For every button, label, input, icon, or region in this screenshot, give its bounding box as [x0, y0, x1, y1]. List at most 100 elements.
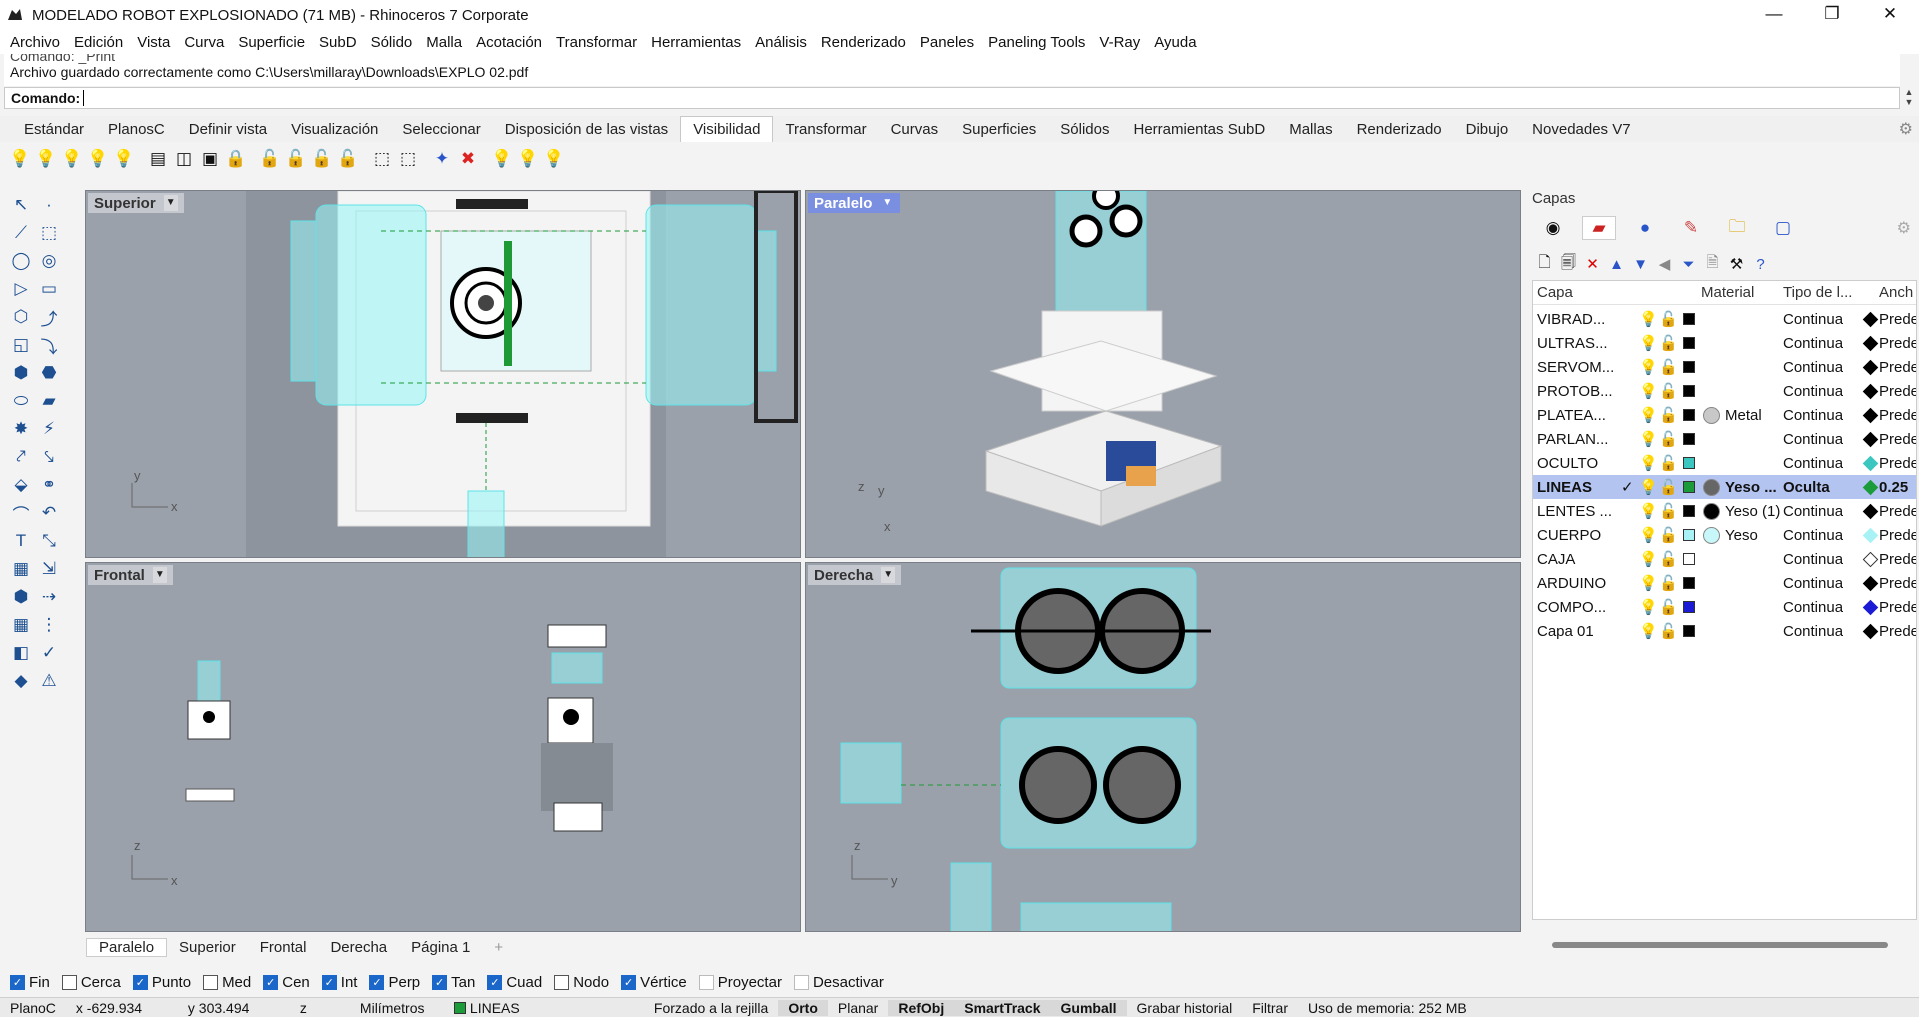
- new-sublayer-icon[interactable]: 🗐: [1558, 252, 1579, 277]
- scale-icon[interactable]: ⇲: [36, 556, 62, 582]
- layer-print-width[interactable]: Prede: [1879, 455, 1916, 472]
- tab-visibilidad[interactable]: Visibilidad: [680, 116, 774, 142]
- status-smarttrack[interactable]: SmartTrack: [954, 999, 1051, 1016]
- checkbox[interactable]: ✓: [369, 974, 385, 990]
- column-header[interactable]: Material: [1701, 284, 1754, 301]
- tab-definir-vista[interactable]: Definir vista: [177, 117, 279, 142]
- undo-icon[interactable]: ↶: [36, 500, 62, 526]
- menu-archivo[interactable]: Archivo: [4, 34, 68, 51]
- select-arrow-icon[interactable]: ↖: [8, 192, 34, 218]
- chevron-down-icon[interactable]: ▼: [881, 567, 896, 583]
- bulb-icon[interactable]: 💡: [1639, 550, 1658, 568]
- layer-row[interactable]: LENTES ... 💡 🔓 Yeso (1) Continua Prede: [1533, 499, 1916, 523]
- select-icon[interactable]: ✖: [456, 146, 480, 172]
- viewport-label-frontal[interactable]: Frontal ▼: [88, 565, 173, 585]
- checkbox[interactable]: [698, 974, 714, 990]
- osnap-med[interactable]: Med: [203, 974, 251, 991]
- menu-paneles[interactable]: Paneles: [914, 34, 982, 51]
- horizontal-scrollbar[interactable]: [1552, 942, 1888, 948]
- vptab-frontal[interactable]: Frontal: [248, 939, 319, 956]
- osnap-cerca[interactable]: Cerca: [61, 974, 121, 991]
- add-tab-button[interactable]: +: [482, 939, 515, 956]
- fillet-icon[interactable]: ⌒: [8, 500, 34, 526]
- osnap-nodo[interactable]: Nodo: [554, 974, 609, 991]
- lock-icon[interactable]: 🔓: [1659, 406, 1678, 424]
- menu-analisis[interactable]: Análisis: [749, 34, 815, 51]
- lock-icon[interactable]: 🔓: [1659, 310, 1678, 328]
- command-scrollbar[interactable]: ▲ ▼: [1901, 87, 1917, 109]
- viewport-label-paralelo[interactable]: Paralelo ▼: [808, 193, 901, 213]
- checkbox[interactable]: ✓: [621, 974, 637, 990]
- tab-estandar[interactable]: Estándar: [12, 117, 96, 142]
- layer-linetype[interactable]: Continua: [1783, 359, 1843, 376]
- bulb-icon[interactable]: 💡: [8, 146, 32, 172]
- lock-icon[interactable]: 🔓: [1659, 334, 1678, 352]
- tab-disposicion[interactable]: Disposición de las vistas: [493, 117, 680, 142]
- isolate-icon[interactable]: ⬚: [370, 146, 394, 172]
- split-icon[interactable]: ◧: [8, 640, 34, 666]
- lock-icon[interactable]: 🔓: [1659, 550, 1678, 568]
- gear-icon[interactable]: ⚙: [1899, 119, 1913, 139]
- chevron-down-icon[interactable]: ▼: [152, 567, 167, 583]
- vptab-superior[interactable]: Superior: [167, 939, 248, 956]
- grid-icon[interactable]: ▦: [8, 612, 34, 638]
- layer-name[interactable]: Capa 01: [1537, 623, 1617, 640]
- layer-name[interactable]: PLATEA...: [1537, 407, 1617, 424]
- layer-row[interactable]: SERVOM... 💡 🔓 Continua Prede: [1533, 355, 1916, 379]
- print-color-icon[interactable]: [1862, 527, 1879, 543]
- sphere-icon[interactable]: ⬣: [36, 360, 62, 386]
- osnap-perp[interactable]: ✓ Perp: [369, 974, 420, 991]
- layer-row[interactable]: CUERPO 💡 🔓 Yeso Continua Prede: [1533, 523, 1916, 547]
- select-icon[interactable]: ✦: [430, 146, 454, 172]
- layer-linetype[interactable]: Continua: [1783, 431, 1843, 448]
- extend-icon[interactable]: ⇢: [36, 584, 62, 610]
- rotate-icon[interactable]: ⤥: [36, 444, 62, 470]
- column-header[interactable]: Capa: [1537, 284, 1573, 301]
- tab-visualizacion[interactable]: Visualización: [279, 117, 390, 142]
- viewport-superior[interactable]: Superior ▼ y x: [85, 190, 801, 558]
- tab-superficies[interactable]: Superficies: [950, 117, 1048, 142]
- checkbox[interactable]: ✓: [10, 974, 25, 990]
- layer-icon[interactable]: ▤: [146, 146, 170, 172]
- close-button[interactable]: ✕: [1861, 0, 1919, 30]
- checkbox[interactable]: [554, 974, 570, 990]
- osnap-vértice[interactable]: ✓ Vértice: [621, 974, 687, 991]
- bulb-icon[interactable]: 💡: [516, 146, 540, 172]
- bulb-icon[interactable]: 💡: [1639, 502, 1658, 520]
- layer-row[interactable]: Capa 01 💡 🔓 Continua Prede: [1533, 619, 1916, 643]
- status-gumball[interactable]: Gumball: [1050, 999, 1127, 1016]
- checkbox[interactable]: [793, 974, 809, 990]
- move-up-icon[interactable]: ▲: [1606, 256, 1627, 273]
- folder-icon[interactable]: 🗀: [1720, 216, 1754, 240]
- layer-print-width[interactable]: Prede: [1879, 623, 1916, 640]
- tab-seleccionar[interactable]: Seleccionar: [390, 117, 492, 142]
- menu-vista[interactable]: Vista: [131, 34, 178, 51]
- menu-curva[interactable]: Curva: [178, 34, 232, 51]
- layer-row[interactable]: LINEAS ✓ 💡 🔓 Yeso ... Oculta 0.25: [1533, 475, 1916, 499]
- bulb-icon[interactable]: 💡: [542, 146, 566, 172]
- bulb-icon[interactable]: 💡: [1639, 310, 1658, 328]
- layer-linetype[interactable]: Oculta: [1783, 479, 1830, 496]
- print-color-icon[interactable]: [1862, 551, 1879, 567]
- vptab-paralelo[interactable]: Paralelo: [86, 937, 168, 957]
- layer-linetype[interactable]: Continua: [1783, 455, 1843, 472]
- menu-renderizado[interactable]: Renderizado: [815, 34, 914, 51]
- print-color-icon[interactable]: [1862, 431, 1879, 447]
- point-icon[interactable]: ·: [36, 192, 62, 218]
- warning-icon[interactable]: ⚠: [36, 668, 62, 694]
- layer-color-swatch[interactable]: [1683, 457, 1695, 469]
- menu-superficie[interactable]: Superficie: [232, 34, 313, 51]
- layer-print-width[interactable]: Prede: [1879, 575, 1916, 592]
- lock-icon[interactable]: 🔓: [1659, 454, 1678, 472]
- layer-row[interactable]: PROTOB... 💡 🔓 Continua Prede: [1533, 379, 1916, 403]
- bulb-icon[interactable]: 💡: [1639, 358, 1658, 376]
- bulb-icon[interactable]: 💡: [86, 146, 110, 172]
- menu-edicion[interactable]: Edición: [68, 34, 131, 51]
- maximize-button[interactable]: ❐: [1803, 0, 1861, 30]
- layer-name[interactable]: PROTOB...: [1537, 383, 1617, 400]
- layer-linetype[interactable]: Continua: [1783, 527, 1843, 544]
- layer-name[interactable]: LENTES ...: [1537, 503, 1617, 520]
- material-swatch[interactable]: [1703, 406, 1720, 424]
- layer-color-swatch[interactable]: [1683, 313, 1695, 325]
- layer-name[interactable]: VIBRAD...: [1537, 311, 1617, 328]
